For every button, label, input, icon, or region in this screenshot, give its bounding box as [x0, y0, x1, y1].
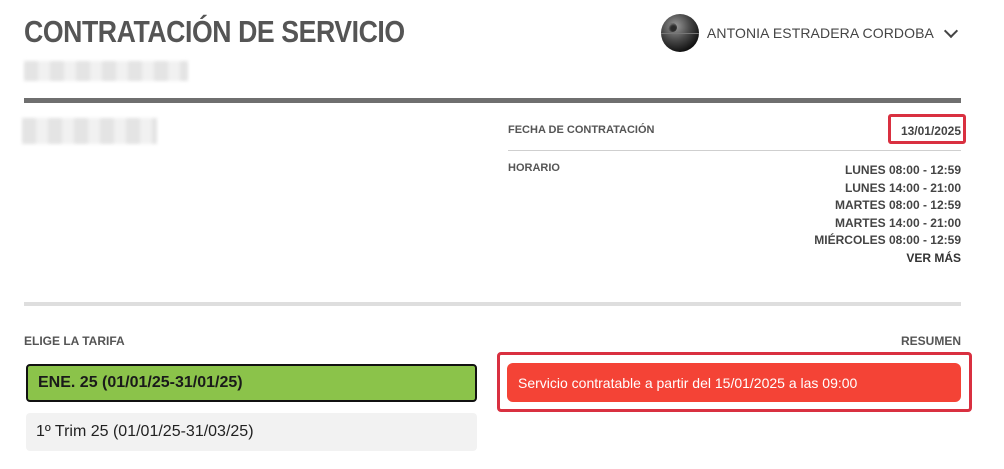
schedule-item: MIÉRCOLES 08:00 - 12:59	[814, 233, 961, 247]
tariff-option-1-trim-25[interactable]: 1º Trim 25 (01/01/25-31/03/25)	[26, 413, 477, 451]
schedule-item: LUNES 14:00 - 21:00	[844, 180, 961, 195]
availability-alert-text: Servicio contratable a partir del 15/01/…	[518, 374, 858, 391]
tariff-option-ene-25[interactable]: ENE. 25 (01/01/25-31/01/25)	[26, 364, 477, 402]
horario-label: HORARIO	[508, 162, 560, 174]
date-highlight-box	[888, 114, 966, 144]
elige-tarifa-label: ELIGE LA TARIFA	[24, 334, 125, 348]
section-divider	[24, 302, 961, 306]
user-name[interactable]: ANTONIA ESTRADERA CORDOBA	[707, 25, 934, 41]
schedule-item: MARTES 14:00 - 21:00	[834, 215, 961, 230]
header-divider	[24, 98, 961, 103]
chevron-down-icon[interactable]	[943, 23, 959, 39]
schedule-item: LUNES 08:00 - 12:59	[844, 163, 961, 177]
redacted-service-name	[22, 118, 157, 144]
avatar[interactable]	[660, 14, 699, 52]
schedule-item: MARTES 08:00 - 12:59	[834, 198, 961, 212]
details-separator	[508, 150, 961, 151]
resumen-label: RESUMEN	[900, 334, 961, 348]
availability-alert: Servicio contratable a partir del 15/01/…	[507, 363, 961, 402]
fecha-contratacion-label: FECHA DE CONTRATACIÓN	[508, 124, 655, 136]
user-menu[interactable]: ANTONIA ESTRADERA CORDOBA	[660, 14, 959, 52]
schedule-list: LUNES 08:00 - 12:59 LUNES 14:00 - 21:00 …	[814, 162, 961, 267]
tariff-option-label: ENE. 25 (01/01/25-31/01/25)	[38, 374, 243, 391]
tariff-option-label: 1º Trim 25 (01/01/25-31/03/25)	[36, 423, 254, 440]
ver-mas-link[interactable]: VER MÁS	[814, 250, 961, 268]
page-title: CONTRATACIÓN DE SERVICIO	[24, 14, 405, 49]
redacted-subtitle	[24, 61, 188, 81]
